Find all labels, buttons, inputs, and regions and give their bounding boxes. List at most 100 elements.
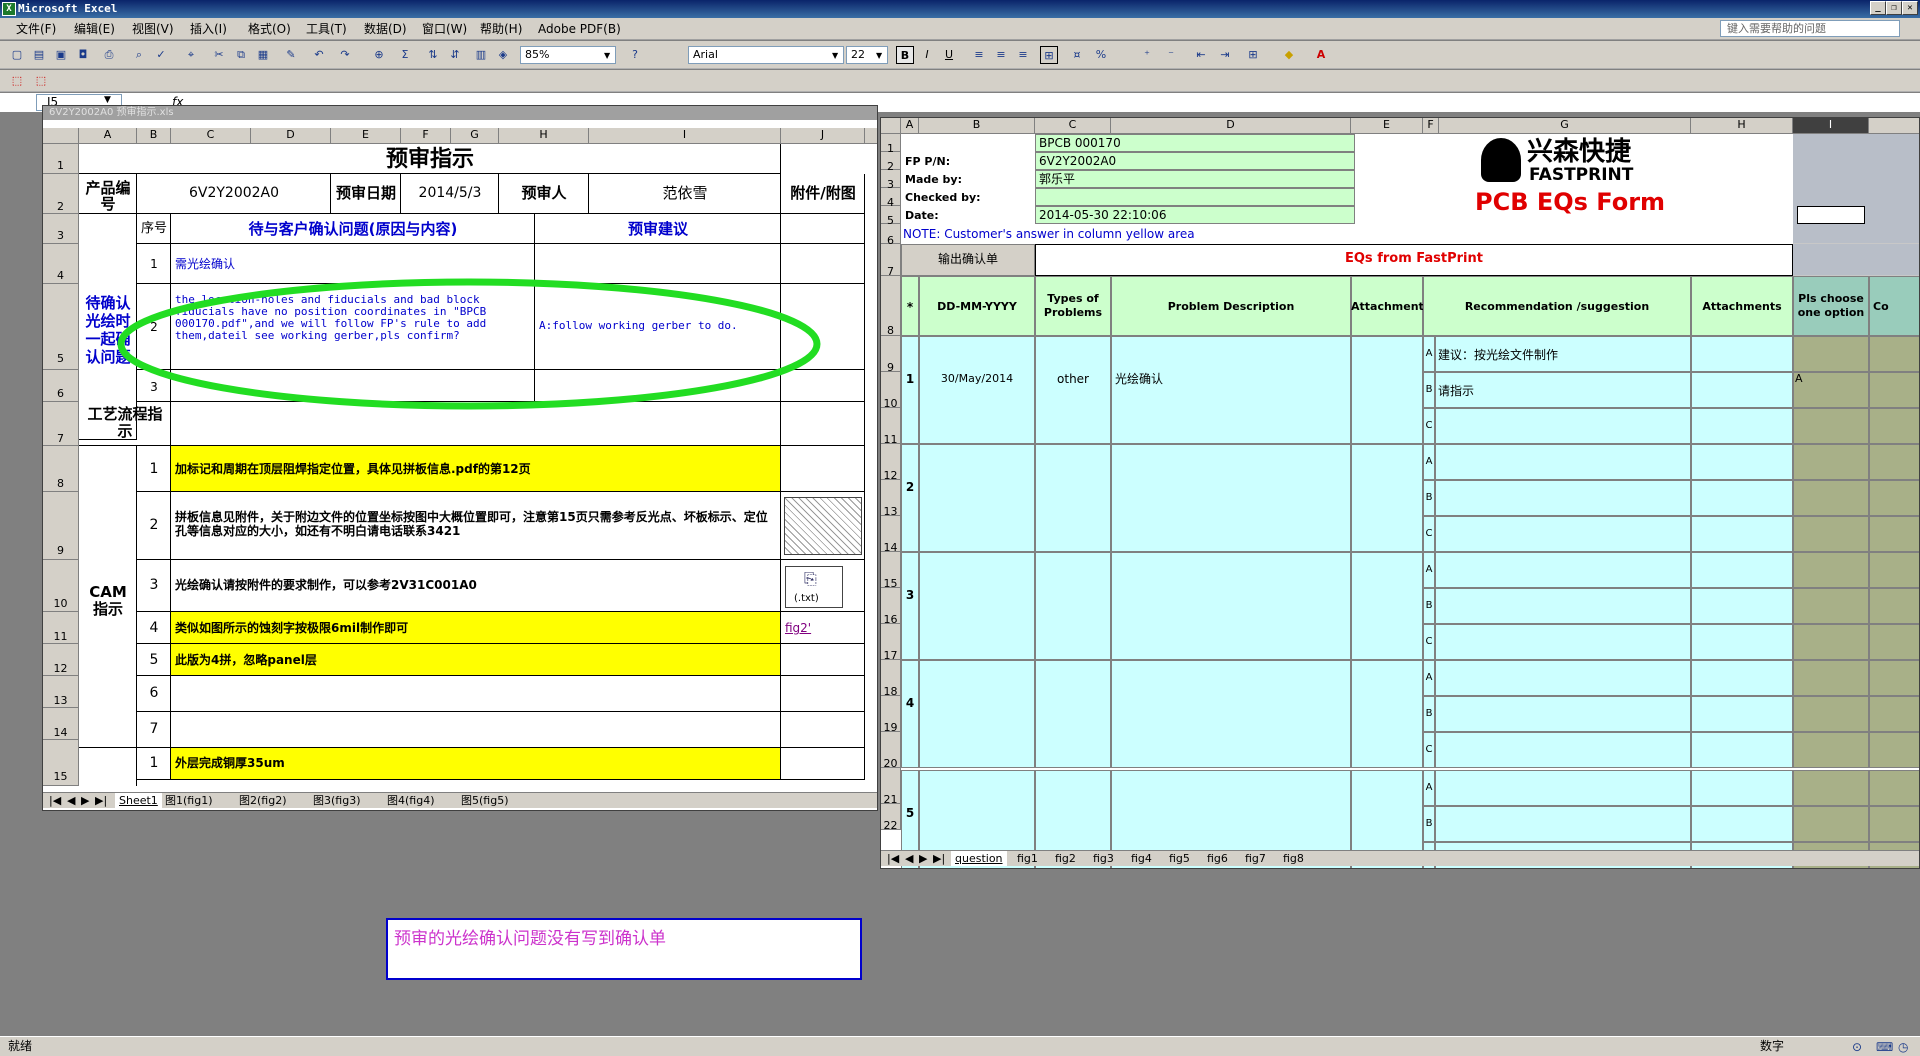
- fill-color-icon[interactable]: ◆: [1280, 46, 1298, 64]
- help-search-input[interactable]: 键入需要帮助的问题: [1720, 20, 1900, 37]
- tab-last-icon[interactable]: ▶|: [933, 851, 945, 866]
- font-color-icon[interactable]: A: [1312, 46, 1330, 64]
- menu-insert[interactable]: 插入(I): [190, 21, 227, 37]
- eq-comment-cell[interactable]: [1869, 552, 1919, 588]
- eq-attach-cell[interactable]: [1351, 336, 1423, 444]
- row-header[interactable]: 18: [881, 660, 901, 698]
- eq-desc-cell[interactable]: [1111, 336, 1351, 444]
- cell-i-area[interactable]: [1793, 134, 1919, 244]
- tab-fig2[interactable]: 图2(fig2): [239, 793, 287, 808]
- eq-comment-cell[interactable]: [1869, 336, 1919, 372]
- tab-next-icon[interactable]: ▶: [81, 793, 89, 808]
- cell-cam-attach-1[interactable]: [781, 446, 865, 492]
- menu-file[interactable]: 文件(F): [16, 21, 56, 37]
- row-header[interactable]: 4: [881, 188, 901, 209]
- cell-outer-attach-1[interactable]: [781, 748, 865, 780]
- tab-fig7[interactable]: fig7: [1245, 851, 1266, 866]
- research-icon[interactable]: ⌖: [182, 46, 200, 64]
- eq-choice-cell[interactable]: [1793, 806, 1869, 842]
- tab-fig3[interactable]: 图3(fig3): [313, 793, 361, 808]
- row-header[interactable]: 1: [881, 134, 901, 155]
- column-header[interactable]: D: [251, 128, 331, 144]
- font-name-select[interactable]: Arial ▼: [688, 46, 844, 64]
- close-button[interactable]: ✕: [1902, 1, 1918, 15]
- permission-icon[interactable]: ◘: [74, 46, 92, 64]
- align-left-icon[interactable]: ≡: [970, 46, 988, 64]
- cell-section-outer[interactable]: [79, 748, 137, 786]
- eq-comment-cell[interactable]: [1869, 660, 1919, 696]
- row-header[interactable]: 12: [43, 644, 79, 676]
- row-header[interactable]: 3: [881, 170, 901, 191]
- column-header[interactable]: F: [401, 128, 451, 144]
- merge-center-icon[interactable]: ⊞: [1040, 46, 1058, 64]
- eq-choice-cell[interactable]: [1793, 516, 1869, 552]
- eq-recommendation-cell[interactable]: [1435, 588, 1691, 624]
- eq-choice-cell[interactable]: [1793, 660, 1869, 696]
- decrease-indent-icon[interactable]: ⇤: [1192, 46, 1210, 64]
- cut-icon[interactable]: ✂: [210, 46, 228, 64]
- increase-decimal-icon[interactable]: ⁺: [1138, 46, 1156, 64]
- tab-fig2[interactable]: fig2: [1055, 851, 1076, 866]
- row-header[interactable]: 21: [881, 768, 901, 806]
- eq-choice-cell[interactable]: [1793, 732, 1869, 768]
- eq-type-cell[interactable]: [1035, 552, 1111, 660]
- row-header[interactable]: 7: [43, 402, 79, 446]
- row-header[interactable]: 8: [43, 446, 79, 492]
- underline-button[interactable]: U: [940, 46, 958, 64]
- eq-choice-cell[interactable]: [1793, 588, 1869, 624]
- eq-attach-cell[interactable]: [1351, 552, 1423, 660]
- eq-comment-cell[interactable]: [1869, 770, 1919, 806]
- new-icon[interactable]: ▢: [8, 46, 26, 64]
- zoom-select[interactable]: 85% ▼: [520, 46, 616, 64]
- eq-attachments-cell[interactable]: [1691, 444, 1793, 480]
- row-header[interactable]: 22: [881, 804, 901, 832]
- row-header[interactable]: 10: [43, 560, 79, 612]
- eq-attachments-cell[interactable]: [1691, 624, 1793, 660]
- cell-cam-attach-7[interactable]: [781, 712, 865, 748]
- row-header[interactable]: 7: [881, 244, 901, 278]
- tray-clock-icon[interactable]: ◷: [1898, 1038, 1908, 1056]
- chart-wizard-icon[interactable]: ▥: [472, 46, 490, 64]
- print-preview-icon[interactable]: ⌕: [130, 46, 148, 64]
- menu-edit[interactable]: 编辑(E): [74, 21, 115, 37]
- tab-next-icon[interactable]: ▶: [919, 851, 927, 866]
- row-header[interactable]: 9: [43, 492, 79, 560]
- column-header[interactable]: B: [137, 128, 171, 144]
- row-header[interactable]: 16: [881, 588, 901, 626]
- eq-comment-cell[interactable]: [1869, 480, 1919, 516]
- bold-button[interactable]: B: [896, 46, 914, 64]
- tray-help-icon[interactable]: ⊙: [1852, 1038, 1862, 1056]
- row-header[interactable]: 12: [881, 444, 901, 482]
- tab-fig5[interactable]: 图5(fig5): [461, 793, 509, 808]
- column-header[interactable]: B: [919, 118, 1035, 134]
- row-header[interactable]: 14: [43, 708, 79, 740]
- select-all[interactable]: [881, 118, 901, 134]
- eq-recommendation-cell[interactable]: [1435, 624, 1691, 660]
- column-header[interactable]: I: [589, 128, 781, 144]
- column-header[interactable]: H: [499, 128, 589, 144]
- align-center-icon[interactable]: ≡: [992, 46, 1010, 64]
- tab-fig1[interactable]: fig1: [1017, 851, 1038, 866]
- column-header[interactable]: C: [1035, 118, 1111, 134]
- redo-icon[interactable]: ↷: [336, 46, 354, 64]
- eq-no-cell[interactable]: [901, 660, 919, 768]
- column-header[interactable]: G: [1439, 118, 1691, 134]
- column-header[interactable]: H: [1691, 118, 1793, 134]
- row-header[interactable]: 5: [881, 206, 901, 227]
- row-header[interactable]: 6: [881, 224, 901, 247]
- fig2-link[interactable]: fig2': [785, 621, 811, 635]
- print-icon[interactable]: ⎙: [100, 46, 118, 64]
- tab-question[interactable]: question: [951, 851, 1007, 866]
- eq-attachments-cell[interactable]: [1691, 372, 1793, 408]
- eq-desc-cell[interactable]: [1111, 660, 1351, 768]
- undo-icon[interactable]: ↶: [310, 46, 328, 64]
- currency-icon[interactable]: ¤: [1068, 46, 1086, 64]
- percent-button[interactable]: %: [1092, 46, 1110, 64]
- eq-attachments-cell[interactable]: [1691, 770, 1793, 806]
- decrease-decimal-icon[interactable]: ⁻: [1162, 46, 1180, 64]
- eq-choice-cell[interactable]: [1793, 770, 1869, 806]
- font-size-select[interactable]: 22 ▼: [846, 46, 888, 64]
- restore-button[interactable]: ❐: [1886, 1, 1902, 15]
- eq-choice-cell[interactable]: [1793, 552, 1869, 588]
- eq-choice-cell[interactable]: [1793, 624, 1869, 660]
